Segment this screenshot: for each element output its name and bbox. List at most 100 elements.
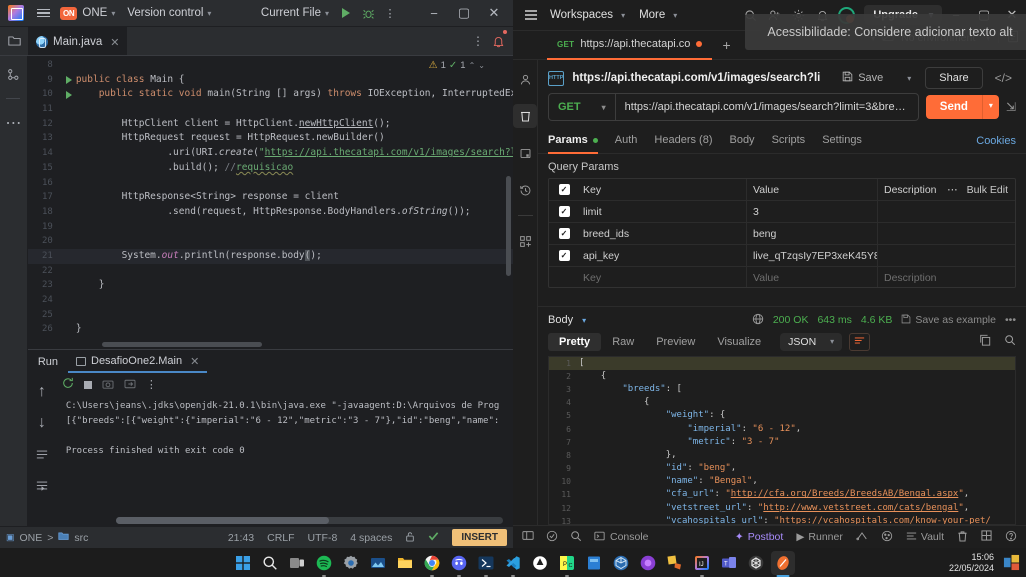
indent-setting[interactable]: 4 spaces [350, 532, 392, 544]
editor-vertical-scrollbar[interactable] [506, 176, 511, 276]
console-horizontal-scrollbar[interactable] [115, 517, 503, 524]
taskbar-task-view-icon[interactable] [285, 551, 309, 575]
taskbar-discord-icon[interactable] [447, 551, 471, 577]
run-config-tab[interactable]: DesafioOne2.Main ✕ [68, 352, 208, 373]
export-icon[interactable] [124, 376, 136, 394]
breadcrumb[interactable]: ▣ ONE > src [6, 531, 88, 544]
taskbar-chrome-icon[interactable] [420, 551, 444, 577]
tab-auth[interactable]: Auth [615, 129, 638, 154]
taskbar-settings-icon[interactable] [339, 551, 363, 575]
param-description[interactable] [878, 201, 1015, 223]
response-more-icon[interactable]: ••• [1005, 314, 1016, 326]
param-value[interactable]: live_qTzqsIy7EP3xeK45Y81P… [747, 244, 878, 267]
save-as-example-button[interactable]: Save as example [901, 314, 996, 327]
console-button[interactable]: Console [594, 531, 649, 544]
run-button[interactable] [335, 2, 357, 24]
param-key[interactable]: limit [579, 200, 747, 223]
breadcrumb-project[interactable]: ONE [20, 532, 43, 544]
search-icon[interactable] [1004, 334, 1016, 349]
run-gutter-icon[interactable] [65, 76, 72, 85]
editor-tab-options[interactable]: ⋮ [472, 27, 492, 55]
ide-close-button[interactable]: ✕ [479, 0, 509, 26]
tab-scripts[interactable]: Scripts [772, 129, 806, 154]
param-key[interactable]: breed_ids [579, 222, 747, 245]
taskbar-figma-icon[interactable] [663, 551, 687, 575]
workspaces-menu[interactable]: Workspaces ▾ [543, 5, 632, 25]
wrap-lines-icon[interactable] [849, 332, 871, 351]
run-configuration-selector[interactable]: Current File ▾ [255, 4, 335, 22]
save-options-chevron-icon[interactable]: ▾ [901, 74, 917, 83]
response-tab-pretty[interactable]: Pretty [548, 332, 602, 351]
copy-icon[interactable] [979, 334, 991, 349]
breadcrumb-folder[interactable]: src [74, 532, 88, 544]
vault-button[interactable]: Vault [906, 531, 944, 544]
scroll-down-icon[interactable]: ↓ [32, 413, 52, 433]
row-checkbox[interactable]: ✓ [549, 206, 579, 217]
param-description[interactable] [878, 245, 1015, 267]
sidebar-item-apis[interactable] [513, 141, 537, 165]
param-description[interactable]: Description [878, 267, 1015, 287]
find-replace-icon[interactable] [546, 530, 558, 545]
taskbar-powershell-icon[interactable] [474, 551, 498, 577]
scroll-to-end-icon[interactable] [32, 475, 52, 495]
terminal-icon[interactable] [3, 506, 23, 526]
taskbar-start-icon[interactable] [231, 551, 255, 575]
structure-icon[interactable] [3, 64, 23, 84]
layout-icon[interactable] [981, 530, 992, 544]
gutter-marker[interactable] [62, 76, 76, 85]
request-tab-catapi[interactable]: GET https://api.thecatapi.co [547, 31, 713, 60]
table-row[interactable]: Key Value Description [549, 267, 1015, 287]
search-icon[interactable] [570, 530, 582, 545]
postbot-button[interactable]: ✦ Postbot [735, 531, 783, 543]
inspection-level-icon[interactable] [428, 531, 439, 545]
response-tab-raw[interactable]: Raw [601, 333, 645, 351]
param-description[interactable] [878, 223, 1015, 245]
stop-icon[interactable] [83, 376, 92, 394]
taskbar-store-icon[interactable] [582, 551, 606, 575]
rerun-icon[interactable] [62, 376, 74, 394]
param-value[interactable]: 3 [747, 200, 878, 223]
help-icon[interactable] [1005, 530, 1017, 545]
main-menu-icon[interactable] [32, 2, 54, 24]
param-value[interactable]: Value [747, 267, 878, 287]
file-encoding[interactable]: UTF-8 [308, 532, 338, 544]
sidebar-item-new[interactable] [513, 229, 537, 253]
more-menu[interactable]: More ▾ [632, 5, 684, 25]
taskbar-pycharm-icon[interactable]: PC [555, 551, 579, 577]
taskbar-file-explorer-icon[interactable] [393, 551, 417, 575]
taskbar-virtualbox-icon[interactable] [609, 551, 633, 575]
network-info-icon[interactable] [752, 313, 764, 328]
taskbar-spotify-icon[interactable] [312, 551, 336, 577]
version-control-widget[interactable]: Version control ▾ [121, 4, 217, 22]
close-icon[interactable]: ✕ [110, 36, 119, 49]
param-key[interactable]: api_key [579, 244, 747, 267]
method-selector[interactable]: GET ▾ [549, 94, 616, 120]
code-editor[interactable]: ⚠ 1 ✓ 1 ⌃ ⌄ 8 9 public class Main {10 pub… [27, 56, 513, 349]
share-button[interactable]: Share [925, 67, 983, 89]
response-format-selector[interactable]: JSON ▾ [780, 332, 843, 351]
project-widget[interactable]: ON ONE ▾ [54, 4, 121, 23]
more-tool-windows-icon[interactable]: ⋯ [3, 113, 23, 133]
runner-button[interactable]: ▶ Runner [796, 531, 843, 543]
taskbar-obsidian-icon[interactable] [771, 550, 795, 577]
insert-mode-badge[interactable]: INSERT [452, 529, 507, 546]
camera-icon[interactable] [102, 376, 114, 394]
response-tab-visualize[interactable]: Visualize [706, 333, 772, 351]
param-value[interactable]: beng [747, 222, 878, 245]
lock-icon[interactable] [405, 531, 415, 545]
taskbar-postman-icon[interactable] [636, 551, 660, 575]
tab-settings[interactable]: Settings [822, 129, 862, 154]
save-button[interactable]: Save [836, 68, 889, 88]
response-tab-preview[interactable]: Preview [645, 333, 706, 351]
expand-response-icon[interactable]: ⇲ [1006, 100, 1016, 114]
taskbar-photos-icon[interactable] [366, 551, 390, 575]
row-checkbox[interactable]: ✓ [549, 228, 579, 239]
row-checkbox[interactable]: ✓ [549, 250, 579, 261]
taskbar-clock[interactable]: 15:06 22/05/2024 [949, 552, 994, 574]
postman-menu-icon[interactable] [519, 4, 543, 26]
project-tool-window-icon[interactable] [0, 27, 28, 55]
ide-minimize-button[interactable]: − [419, 0, 449, 26]
editor-tab-main-java[interactable]: Main.java ✕ [28, 27, 128, 55]
table-row[interactable]: ✓ api_keylive_qTzqsIy7EP3xeK45Y81P… [549, 244, 1015, 267]
new-tab-button[interactable]: + [712, 37, 740, 53]
